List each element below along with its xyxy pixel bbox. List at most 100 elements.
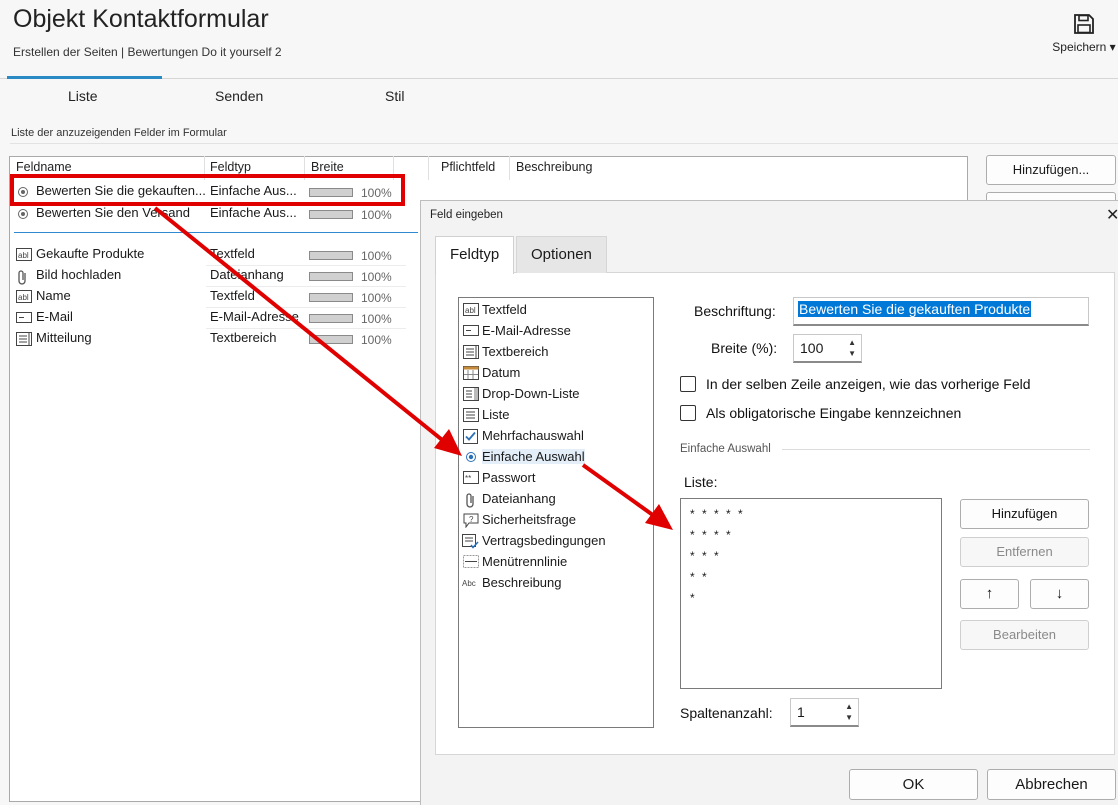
list-item[interactable]: Drop-Down-Liste — [462, 384, 650, 405]
close-icon[interactable]: ✕ — [1106, 205, 1118, 225]
width-bar — [309, 272, 353, 281]
list-item[interactable]: Textbereich — [462, 342, 650, 363]
table-row[interactable]: E-Mail E-Mail-Adresse 100% — [14, 308, 404, 329]
add-field-button[interactable]: Hinzufügen... — [986, 155, 1116, 185]
password-icon: ** — [462, 471, 479, 485]
columns-stepper[interactable]: 1 ▲ ▼ — [790, 698, 859, 727]
field-type-label: Mehrfachauswahl — [482, 428, 584, 443]
dropdown-icon — [462, 387, 479, 401]
stepper-arrows-icon[interactable]: ▲ ▼ — [848, 337, 856, 359]
field-type: Dateianhang — [210, 267, 284, 282]
list-item[interactable]: ? Sicherheitsfrage — [462, 510, 650, 531]
width-percent: 100% — [361, 208, 392, 222]
width-percent: 100% — [361, 270, 392, 284]
table-row[interactable]: Mitteilung Textbereich 100% — [14, 329, 404, 350]
width-stepper[interactable]: 100 ▲ ▼ — [793, 334, 862, 363]
list-item[interactable]: E-Mail-Adresse — [462, 321, 650, 342]
list-item[interactable]: * * * * — [690, 528, 733, 542]
move-down-button[interactable]: ↓ — [1030, 579, 1089, 609]
cancel-button[interactable]: Abbrechen — [987, 769, 1116, 800]
column-header-pflichtfeld[interactable]: Pflichtfeld — [441, 160, 495, 174]
same-row-label: In der selben Zeile anzeigen, wie das vo… — [706, 376, 1031, 392]
move-up-button[interactable]: ↑ — [960, 579, 1019, 609]
radio-icon — [16, 207, 32, 222]
list-item[interactable]: Dateianhang — [462, 489, 650, 510]
column-header-feldtyp[interactable]: Feldtyp — [210, 160, 251, 174]
list-item[interactable]: Vertragsbedingungen — [462, 531, 650, 552]
list-item[interactable]: Datum — [462, 363, 650, 384]
checkbox-icon — [462, 429, 479, 444]
tab-senden[interactable]: Senden — [215, 88, 263, 104]
column-header-beschreibung[interactable]: Beschreibung — [516, 160, 592, 174]
required-checkbox[interactable] — [680, 405, 696, 421]
edit-option-button[interactable]: Bearbeiten — [960, 620, 1089, 650]
add-option-button[interactable]: Hinzufügen — [960, 499, 1089, 529]
list-item[interactable]: Abc Beschreibung — [462, 573, 650, 594]
width-percent: 100% — [361, 249, 392, 263]
width-value: 100 — [800, 340, 824, 356]
table-row[interactable]: abl Name Textfeld 100% — [14, 287, 404, 308]
required-label: Als obligatorische Eingabe kennzeichnen — [706, 405, 962, 421]
stepper-arrows-icon[interactable]: ▲ ▼ — [845, 701, 853, 723]
field-name: Gekaufte Produkte — [36, 246, 145, 261]
radio-icon — [462, 450, 479, 464]
row-separator — [206, 307, 406, 308]
table-row[interactable]: Bild hochladen Dateianhang 100% — [14, 266, 404, 287]
field-name: E-Mail — [36, 309, 73, 324]
width-percent: 100% — [361, 312, 392, 326]
group-label: Einfache Auswahl — [680, 443, 771, 455]
ok-button[interactable]: OK — [849, 769, 978, 800]
terms-icon — [462, 534, 479, 549]
tab-stil[interactable]: Stil — [385, 88, 404, 104]
tab-liste[interactable]: Liste — [68, 88, 98, 104]
columns-value: 1 — [797, 704, 805, 720]
tab-feldtyp[interactable]: Feldtyp — [435, 236, 515, 274]
field-type-label: Menütrennlinie — [482, 554, 568, 569]
field-type: Textfeld — [210, 288, 255, 303]
column-header-breite[interactable]: Breite — [311, 160, 344, 174]
list-item[interactable]: * * * — [690, 549, 721, 563]
row-separator — [206, 265, 406, 266]
svg-text:abl: abl — [465, 306, 476, 315]
list-item[interactable]: ** Passwort — [462, 468, 650, 489]
field-type-label: Liste — [482, 407, 510, 422]
field-type-label: Beschreibung — [482, 575, 562, 590]
field-name: Bild hochladen — [36, 267, 122, 282]
list-item[interactable]: abl Textfeld — [462, 300, 650, 321]
field-type-label: Dateianhang — [482, 491, 556, 506]
remove-option-button[interactable]: Entfernen — [960, 537, 1089, 567]
list-item[interactable]: Mehrfachauswahl — [462, 426, 650, 447]
row-group-divider — [14, 232, 418, 233]
svg-text:?: ? — [469, 515, 474, 524]
same-row-checkbox[interactable] — [680, 376, 696, 392]
table-row[interactable]: Bewerten Sie den Versand Einfache Aus...… — [14, 204, 404, 225]
list-item[interactable]: * * * * * — [690, 507, 745, 521]
field-type-label: Drop-Down-Liste — [482, 386, 580, 401]
save-button[interactable]: Speichern ▾ — [1050, 8, 1118, 62]
list-item[interactable]: Menütrennlinie — [462, 552, 650, 573]
columns-label: Spaltenanzahl: — [680, 705, 773, 721]
field-type-label: Textfeld — [482, 302, 527, 317]
row-separator — [206, 328, 406, 329]
svg-text:**: ** — [465, 474, 471, 483]
table-row[interactable]: abl Gekaufte Produkte Textfeld 100% — [14, 245, 404, 266]
list-item[interactable]: * — [690, 591, 697, 605]
field-name: Bewerten Sie den Versand — [36, 205, 190, 220]
field-type-label: Textbereich — [482, 344, 549, 359]
width-bar — [309, 251, 353, 260]
group-divider — [782, 449, 1090, 450]
section-label: Liste der anzuzeigenden Felder im Formul… — [11, 127, 227, 139]
tab-optionen[interactable]: Optionen — [516, 236, 607, 273]
column-header-feldname[interactable]: Feldname — [16, 160, 72, 174]
header-divider — [0, 78, 1118, 79]
caption-input[interactable]: Bewerten Sie die gekauften Produkte — [793, 297, 1089, 326]
calendar-icon — [462, 366, 479, 380]
list-item-selected[interactable]: Einfache Auswahl — [462, 447, 650, 468]
options-list[interactable] — [680, 498, 942, 689]
svg-text:abl: abl — [18, 293, 29, 302]
list-item[interactable]: * * — [690, 570, 709, 584]
textfield-icon: abl — [16, 290, 32, 305]
field-type-label: Passwort — [482, 470, 536, 485]
list-item[interactable]: Liste — [462, 405, 650, 426]
width-percent: 100% — [361, 333, 392, 347]
